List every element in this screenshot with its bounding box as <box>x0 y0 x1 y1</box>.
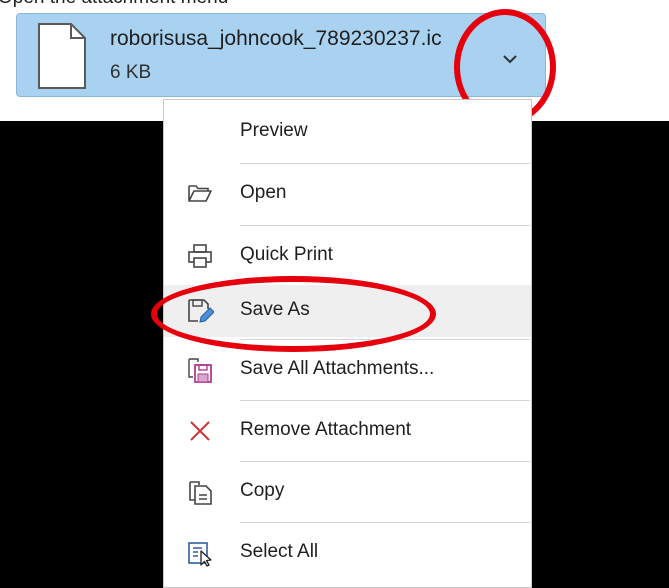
attachment-menu-button[interactable] <box>493 42 527 76</box>
printer-icon <box>188 244 212 268</box>
menu-item-select-all[interactable]: Select All <box>164 527 531 579</box>
attachment-file-size: 6 KB <box>110 62 152 83</box>
menu-item-label: Save As <box>240 299 310 320</box>
attachment-context-menu: Preview Open Quick Print Save As Save Al… <box>163 99 532 588</box>
cropped-text: Open the attachment menu <box>0 0 228 9</box>
menu-separator <box>240 522 530 523</box>
menu-item-label: Preview <box>240 120 308 141</box>
menu-item-quick-print[interactable]: Quick Print <box>164 230 531 282</box>
menu-item-label: Quick Print <box>240 244 333 265</box>
menu-item-label: Remove Attachment <box>240 419 412 440</box>
menu-item-label: Open <box>240 182 287 203</box>
menu-item-remove-attachment[interactable]: Remove Attachment <box>164 405 531 457</box>
chevron-down-icon <box>503 55 517 64</box>
attachment-chip[interactable]: roborisusa_johncook_789230237.ic 6 KB <box>16 13 546 97</box>
menu-item-open[interactable]: Open <box>164 168 531 220</box>
menu-separator <box>240 461 530 462</box>
menu-separator <box>240 163 530 164</box>
menu-item-preview[interactable]: Preview <box>164 106 531 158</box>
menu-item-save-as[interactable]: Save As <box>164 285 531 337</box>
menu-item-save-all-attachments[interactable]: Save All Attachments... <box>164 344 531 396</box>
folder-open-icon <box>188 185 212 202</box>
menu-item-label: Save All Attachments... <box>240 358 435 379</box>
menu-separator <box>240 400 530 401</box>
save-as-icon <box>188 299 214 323</box>
attachment-file-name: roborisusa_johncook_789230237.ic <box>110 27 442 50</box>
copy-icon <box>189 481 212 505</box>
file-icon <box>38 23 86 89</box>
menu-separator <box>240 339 530 340</box>
cropped-text-strip: Open the attachment menu <box>0 0 669 12</box>
close-icon <box>190 421 210 441</box>
menu-item-label: Select All <box>240 541 319 562</box>
menu-item-copy[interactable]: Copy <box>164 466 531 518</box>
menu-item-label: Copy <box>240 480 285 501</box>
select-all-icon <box>188 542 212 567</box>
menu-separator <box>240 225 530 226</box>
save-all-icon <box>188 358 212 383</box>
